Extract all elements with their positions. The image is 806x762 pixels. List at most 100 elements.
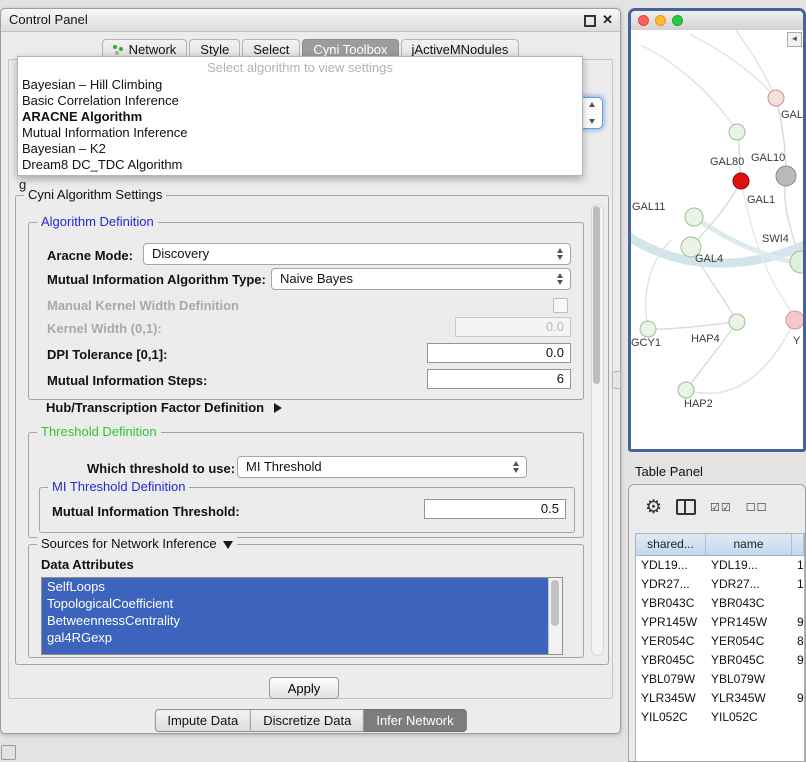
data-attributes-label: Data Attributes [41,557,134,572]
attribute-item-topologicalcoefficient[interactable]: TopologicalCoefficient [42,595,562,612]
table-cell: 9. [792,689,804,708]
sources-title[interactable]: Sources for Network Inference [37,536,237,551]
node-label: SWI4 [762,233,789,245]
mi-steps-label: Mutual Information Steps: [47,373,207,388]
network-view-window: GALGAL80GAL10GAL11GAL1SWI4GAL4GCY1HAP4YH… [628,8,806,452]
attributes-list[interactable]: SelfLoopsTopologicalCoefficientBetweenne… [41,577,563,655]
attribute-item-partial[interactable] [42,646,562,654]
network-node[interactable] [729,124,745,140]
table-cell [792,670,804,689]
control-panel-titlebar: Control Panel ✕ [1,9,620,32]
list-scroll-thumb[interactable] [551,580,559,626]
combo-arrows-icon [585,100,600,126]
dropdown-item-bayesian-k2[interactable]: Bayesian – K2 [18,141,582,157]
table-cell: YPR145W [636,613,706,632]
attribute-item-gal4rgexp[interactable]: gal4RGexp [42,629,562,646]
table-row[interactable]: YBR043CYBR043C [636,594,804,613]
table-row[interactable]: YDL19...YDL19...13 [636,556,804,575]
kernel-width-label: Kernel Width (0,1): [47,321,162,336]
tab-impute-data[interactable]: Impute Data [154,709,251,732]
mi-threshold-field[interactable]: 0.5 [424,499,566,519]
manual-kernel-checkbox[interactable] [553,298,568,313]
network-edge [686,320,795,393]
mi-threshold-group: MI Threshold Definition Mutual Informati… [39,487,575,533]
aracne-mode-select[interactable]: Discovery [143,243,571,265]
network-node[interactable] [733,173,749,189]
tab-label: Select [253,42,289,57]
column-header-extra[interactable] [792,534,804,555]
scroll-arrow-icon[interactable]: ◄ [787,32,802,47]
network-node[interactable] [786,311,803,329]
close-button[interactable] [638,15,649,26]
table-row[interactable]: YDR27...YDR27...12 [636,575,804,594]
table-row[interactable]: YLR345WYLR345W9. [636,689,804,708]
mi-steps-field[interactable]: 6 [427,369,571,389]
algorithm-definition-group: Algorithm Definition Aracne Mode: Discov… [28,222,584,400]
table-cell: 12 [792,575,804,594]
panel-resize-handle[interactable] [612,371,621,389]
network-node[interactable] [640,321,656,337]
table-header: shared...name [636,534,804,556]
deselect-all-icon[interactable]: ☐☐ [746,501,768,514]
kernel-width-field[interactable]: 0.0 [455,317,571,337]
column-visibility-icon[interactable] [676,499,696,515]
column-header-shared[interactable]: shared... [636,534,706,555]
network-node[interactable] [685,208,703,226]
dpi-tolerance-field[interactable]: 0.0 [427,343,571,363]
table-body: YDL19...YDL19...13YDR27...YDR27...12YBR0… [636,556,804,727]
tab-label: Cyni Toolbox [313,42,387,57]
table-cell: 8. [792,632,804,651]
bottom-tabs: Impute DataDiscretize DataInfer Network [154,709,466,732]
table-row[interactable]: YBR045CYBR045C9. [636,651,804,670]
zoom-button[interactable] [672,15,683,26]
dropdown-placeholder: Select algorithm to view settings [18,57,582,77]
network-node[interactable] [768,90,784,106]
table-cell: YLR345W [636,689,706,708]
table-cell: YDR27... [636,575,706,594]
float-window-icon[interactable] [584,15,596,27]
table-row[interactable]: YIL052CYIL052C [636,708,804,727]
network-node[interactable] [776,166,796,186]
table-row[interactable]: YBL079WYBL079W [636,670,804,689]
minimize-button[interactable] [655,15,666,26]
dropdown-item-mutual-information-inference[interactable]: Mutual Information Inference [18,125,582,141]
network-edge [691,35,776,98]
collapsed-panel-icon[interactable] [1,745,16,760]
tab-discretize-data[interactable]: Discretize Data [251,709,364,732]
tab-label: jActiveMNodules [412,42,509,57]
attribute-item-selfloops[interactable]: SelfLoops [42,578,562,595]
gear-icon[interactable]: ⚙ [645,498,662,517]
dropdown-item-dream8-dc-tdc-algorithm[interactable]: Dream8 DC_TDC Algorithm [18,157,582,173]
table-panel-title: Table Panel [635,464,703,479]
hub-definition-toggle[interactable]: Hub/Transcription Factor Definition [46,400,282,415]
tab-infer-network[interactable]: Infer Network [364,709,466,732]
list-scrollbar[interactable] [548,578,562,654]
network-window-titlebar [631,11,803,31]
table-row[interactable]: YER054CYER054C8. [636,632,804,651]
column-header-name[interactable]: name [706,534,792,555]
mi-type-select[interactable]: Naive Bayes [271,268,571,290]
dropdown-item-bayesian-hill-climbing[interactable]: Bayesian – Hill Climbing [18,77,582,93]
node-label: GAL80 [710,156,744,168]
table-toolbar: ⚙ ☑☑ ☐☐ [629,489,768,525]
network-node[interactable] [729,314,745,330]
dropdown-item-basic-correlation-inference[interactable]: Basic Correlation Inference [18,93,582,109]
table-row[interactable]: YPR145WYPR145W9. [636,613,804,632]
dropdown-item-aracne-algorithm[interactable]: ARACNE Algorithm [18,109,582,125]
node-label: GCY1 [631,337,661,349]
which-threshold-value: MI Threshold [246,457,322,477]
network-node[interactable] [678,382,694,398]
network-canvas[interactable]: GALGAL80GAL10GAL11GAL1SWI4GAL4GCY1HAP4YH… [631,30,803,449]
attribute-item-betweennesscentrality[interactable]: BetweennessCentrality [42,612,562,629]
apply-button[interactable]: Apply [269,677,339,699]
which-threshold-select[interactable]: MI Threshold [237,456,527,478]
table-cell: YLR345W [706,689,792,708]
close-icon[interactable]: ✕ [602,9,613,31]
mi-type-value: Naive Bayes [280,269,353,289]
mi-threshold-group-title: MI Threshold Definition [48,479,189,494]
table-cell: YIL052C [636,708,706,727]
settings-scrollbar[interactable] [591,204,604,656]
select-all-icon[interactable]: ☑☑ [710,501,732,514]
settings-scroll-thumb[interactable] [593,206,600,384]
table-cell: YBR045C [636,651,706,670]
